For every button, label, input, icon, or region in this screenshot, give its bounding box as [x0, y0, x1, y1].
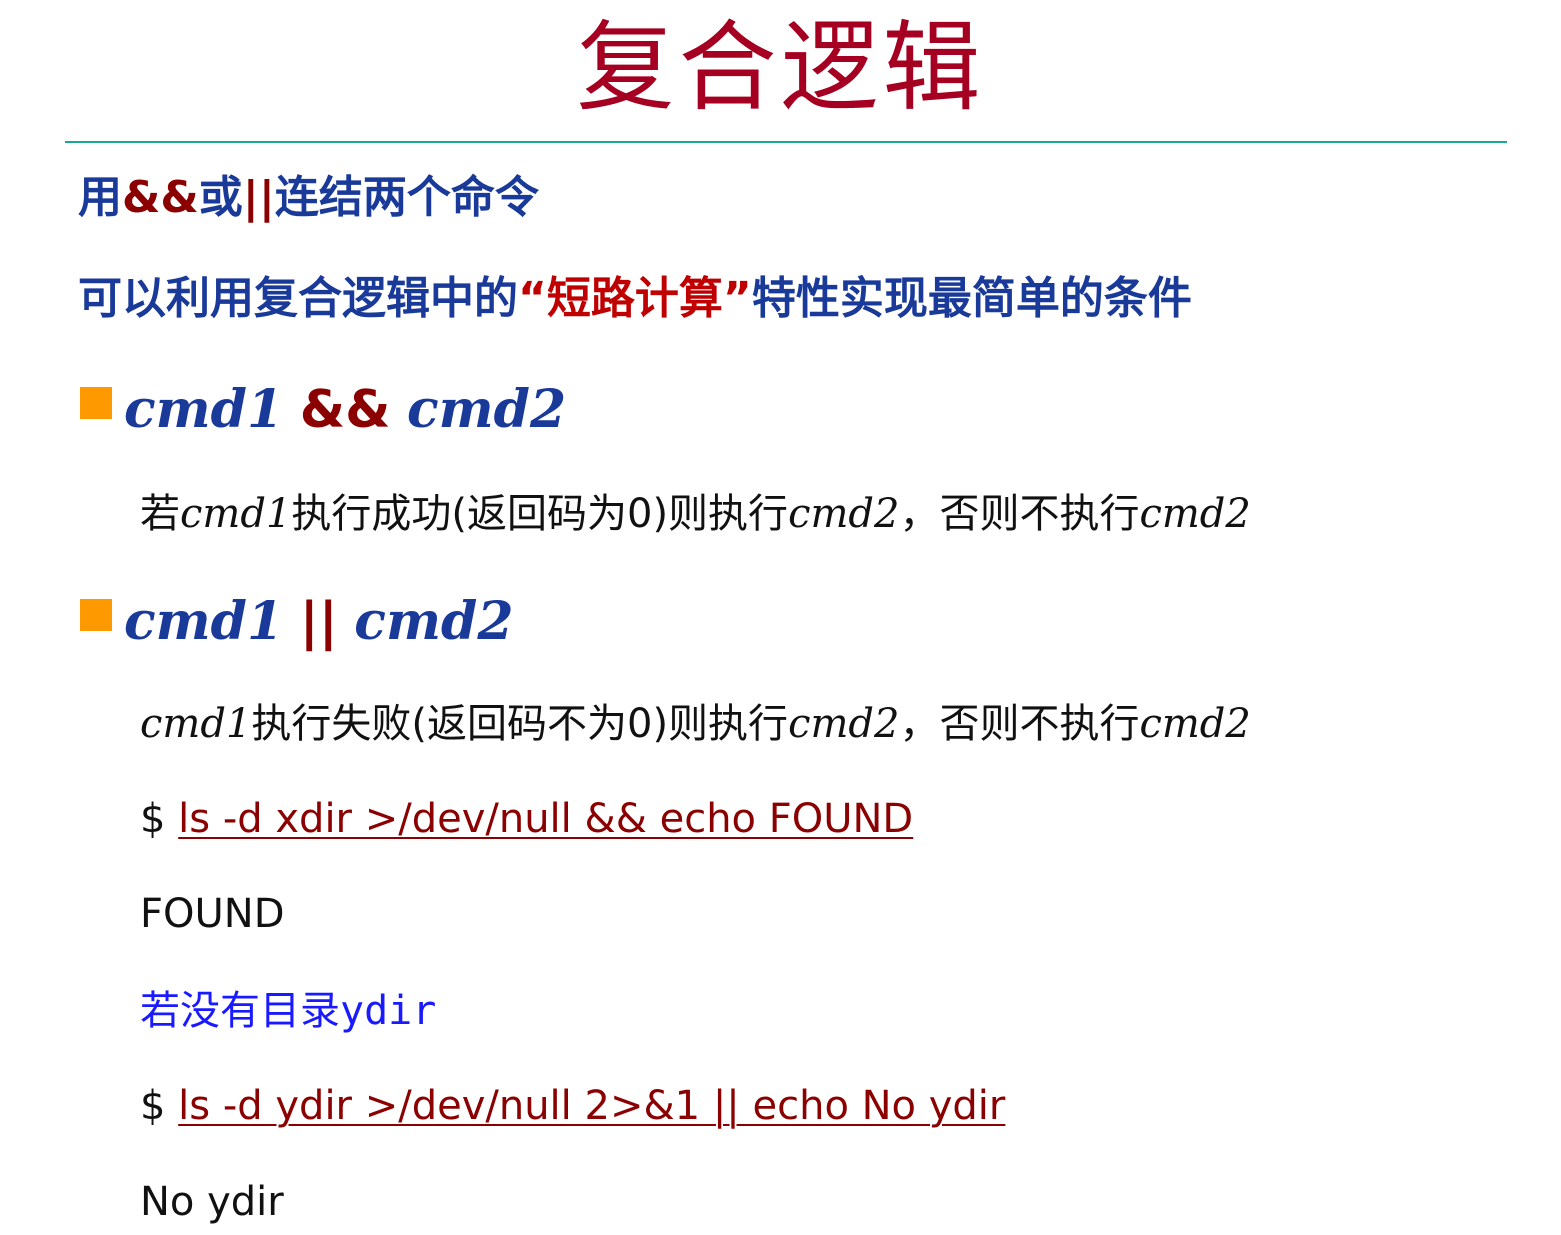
- and-desc-text-1: 若: [140, 491, 180, 537]
- intro-line-1: 用&&或||连结两个命令: [78, 170, 539, 226]
- and-section-heading: cmd1 && cmd2: [80, 378, 566, 442]
- and-desc-cmd2: cmd2: [788, 491, 900, 537]
- intro-or-operator: ||: [242, 172, 275, 223]
- example-output-1: FOUND: [140, 891, 285, 937]
- intro-line-1-prefix: 用: [78, 172, 122, 223]
- or-section-heading: cmd1 || cmd2: [80, 590, 514, 654]
- or-desc-cmd2: cmd2: [788, 701, 900, 747]
- and-description: 若cmd1执行成功(返回码为0)则执行cmd2，否则不执行cmd2: [140, 488, 1251, 540]
- intro-line-2: 可以利用复合逻辑中的“短路计算”特性实现最简单的条件: [78, 271, 1192, 327]
- and-desc-text-2: 执行成功(返回码为0)则执行: [291, 491, 789, 537]
- command-ydir-link[interactable]: ls -d ydir >/dev/null 2>&1 || echo No yd…: [178, 1083, 1005, 1129]
- prompt-symbol: $: [140, 1083, 166, 1129]
- intro-line-2-suffix: 特性实现最简单的条件: [751, 273, 1192, 324]
- example-command-1: $ ls -d xdir >/dev/null && echo FOUND: [140, 793, 913, 845]
- or-cmd2: cmd2: [354, 591, 514, 652]
- or-operator: ||: [299, 592, 338, 652]
- intro-line-2-prefix: 可以利用复合逻辑中的: [78, 273, 518, 324]
- orange-square-bullet-icon: [80, 387, 112, 419]
- command-xdir-link[interactable]: ls -d xdir >/dev/null && echo FOUND: [178, 796, 913, 842]
- example-note: 若没有目录ydir: [140, 985, 436, 1037]
- prompt-symbol: $: [140, 796, 166, 842]
- and-desc-text-3: ，否则不执行: [899, 491, 1140, 537]
- or-desc-text-2: 执行失败(返回码不为0)则执行: [251, 701, 789, 747]
- orange-square-bullet-icon: [80, 599, 112, 631]
- or-desc-cmd1: cmd1: [140, 701, 252, 747]
- example-command-2: $ ls -d ydir >/dev/null 2>&1 || echo No …: [140, 1080, 1005, 1132]
- note-chinese-text: 若没有目录: [140, 988, 340, 1034]
- and-operator: &&: [299, 380, 391, 440]
- and-cmd1: cmd1: [124, 379, 284, 440]
- and-desc-cmd1: cmd1: [180, 491, 292, 537]
- and-desc-cmd2-again: cmd2: [1139, 491, 1251, 537]
- intro-and-operator: &&: [122, 172, 199, 223]
- intro-line-1-suffix: 连结两个命令: [274, 172, 539, 223]
- intro-line-1-mid: 或: [198, 172, 243, 223]
- example-output-2: No ydir: [140, 1179, 284, 1225]
- or-cmd1: cmd1: [124, 591, 284, 652]
- note-directory-name: ydir: [340, 988, 437, 1034]
- or-desc-cmd2-again: cmd2: [1139, 701, 1251, 747]
- or-desc-text-3: ，否则不执行: [899, 701, 1140, 747]
- and-cmd2: cmd2: [407, 379, 567, 440]
- title-divider: [65, 141, 1507, 143]
- page-title: 复合逻辑: [576, 11, 985, 125]
- or-description: cmd1执行失败(返回码不为0)则执行cmd2，否则不执行cmd2: [140, 698, 1251, 750]
- short-circuit-highlight: “短路计算”: [518, 273, 752, 324]
